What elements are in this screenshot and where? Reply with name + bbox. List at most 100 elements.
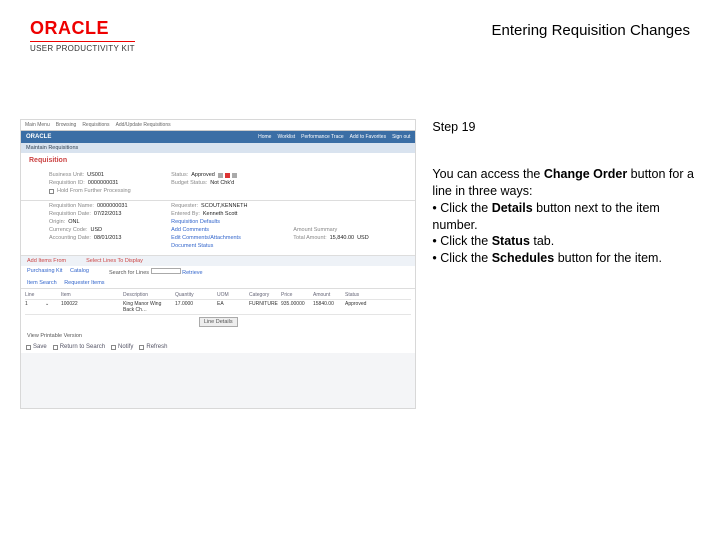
foot-button: Notify <box>118 344 133 350</box>
field-value: 0000000031 <box>97 203 128 209</box>
form-area: Business Unit:US001 Status:Approved Requ… <box>21 168 415 200</box>
foot-button: Save <box>33 344 47 350</box>
search-input <box>151 268 181 274</box>
cell: FURNITURE <box>249 301 279 313</box>
grid-row: 1 ⌄ 100022 King Manor Wing Back Ch… 17.0… <box>25 300 411 315</box>
instruction-text: You can access the Change Order button f… <box>432 166 700 267</box>
app-screenshot: Main Menu Browsing Requisitions Add/Upda… <box>20 119 416 409</box>
checkbox-icon <box>49 189 54 194</box>
link-text: Requisition Defaults <box>171 219 220 225</box>
link-text: Requester Items <box>64 280 104 286</box>
field-value: Approved <box>191 172 215 178</box>
link-text: Edit Comments/Attachments <box>171 235 241 241</box>
header: ORACLE USER PRODUCTIVITY KIT Entering Re… <box>0 0 720 59</box>
line-grid: Line Item Description Quantity UOM Categ… <box>21 289 415 331</box>
instructions-panel: Step 19 You can access the Change Order … <box>432 119 700 409</box>
field-value: 07/22/2013 <box>94 211 122 217</box>
details-icon: ⌄ <box>45 301 59 313</box>
cancel-icon <box>225 173 230 178</box>
page-title: Entering Requisition Changes <box>492 22 690 39</box>
text: You can access the <box>432 167 543 181</box>
breadcrumb: Maintain Requisitions <box>21 143 415 153</box>
printable-link: View Printable Version <box>21 331 415 341</box>
nav-link: Worklist <box>277 134 295 140</box>
field-label: Entered By: <box>171 211 200 217</box>
text: • Click the <box>432 234 491 248</box>
bold-text: Schedules <box>492 251 555 265</box>
nav-link: Add to Favorites <box>350 134 386 140</box>
col-header: Description <box>123 292 173 298</box>
save-icon <box>26 345 31 350</box>
field-value: ONL <box>68 219 79 225</box>
field-value: 08/01/2013 <box>94 235 122 241</box>
field-value: USD <box>91 227 103 233</box>
section-label: Select Lines To Display <box>86 258 143 264</box>
brand-logo: ORACLE <box>26 134 51 140</box>
oracle-logo: ORACLE <box>30 18 109 39</box>
col-header: Quantity <box>175 292 215 298</box>
cell: King Manor Wing Back Ch… <box>123 301 173 313</box>
cell: 15840.00 <box>313 301 343 313</box>
foot-button: Return to Search <box>60 344 105 350</box>
hold-icon <box>232 173 237 178</box>
link-text: Item Search <box>27 280 57 286</box>
field-value: Kenneth Scott <box>203 211 238 217</box>
field-label: Requisition Date: <box>49 211 91 217</box>
bold-text: Details <box>492 201 533 215</box>
field-value: USD <box>357 235 369 241</box>
field-label: Hold From Further Processing <box>57 188 131 194</box>
field-label: Origin: <box>49 219 65 225</box>
field-label: Accounting Date: <box>49 235 91 241</box>
logo-block: ORACLE USER PRODUCTIVITY KIT <box>30 18 135 53</box>
return-icon <box>53 345 58 350</box>
refresh-icon <box>139 345 144 350</box>
field-value: Not Chk'd <box>210 180 234 186</box>
field-value: 0000000031 <box>88 180 119 186</box>
bold-text: Status <box>492 234 530 248</box>
middle-band: Add Items From Select Lines To Display <box>21 256 415 266</box>
notify-icon <box>111 345 116 350</box>
field-label: Currency Code: <box>49 227 88 233</box>
link-text: Add Comments <box>171 227 209 233</box>
cell: 935.00000 <box>281 301 311 313</box>
link-text: Purchasing Kit <box>27 268 62 274</box>
approve-icon <box>218 173 223 178</box>
panel-title: Requisition <box>21 153 415 168</box>
col-header: UOM <box>217 292 247 298</box>
cell: 1 <box>25 301 43 313</box>
cell: EA <box>217 301 247 313</box>
field-label: Search for Lines <box>109 270 149 276</box>
col-header <box>45 292 59 298</box>
field-value: 15,840.00 <box>330 235 354 241</box>
field-label: Amount Summary <box>293 227 337 233</box>
cell: Approved <box>345 301 375 313</box>
field-label: Status: <box>171 172 188 178</box>
col-header: Price <box>281 292 311 298</box>
app-tab: Main Menu <box>25 122 50 128</box>
field-label: Total Amount: <box>293 235 326 241</box>
app-tab: Requisitions <box>82 122 109 128</box>
line-details-button: Line Details <box>199 317 238 327</box>
app-tab: Add/Update Requisitions <box>116 122 171 128</box>
col-header: Line <box>25 292 43 298</box>
go-button: Retrieve <box>182 270 202 276</box>
col-header: Item <box>61 292 121 298</box>
field-label: Budget Status: <box>171 180 207 186</box>
field-value: US001 <box>87 172 104 178</box>
app-tab: Browsing <box>56 122 77 128</box>
foot-button: Refresh <box>146 344 167 350</box>
field-label: Business Unit: <box>49 172 84 178</box>
nav-link: Sign out <box>392 134 410 140</box>
field-label: Requisition ID: <box>49 180 85 186</box>
link-text: Catalog <box>70 268 89 274</box>
text: • Click the <box>432 251 491 265</box>
col-header: Amount <box>313 292 343 298</box>
bold-text: Change Order <box>544 167 627 181</box>
nav-link: Home <box>258 134 271 140</box>
form-area-2: Requisition Name:0000000031 Requester:SC… <box>21 201 415 255</box>
nav-link: Performance Trace <box>301 134 344 140</box>
col-header: Status <box>345 292 375 298</box>
content: Main Menu Browsing Requisitions Add/Upda… <box>0 59 720 409</box>
text: • Click the <box>432 201 491 215</box>
section-label: Add Items From <box>27 258 66 264</box>
